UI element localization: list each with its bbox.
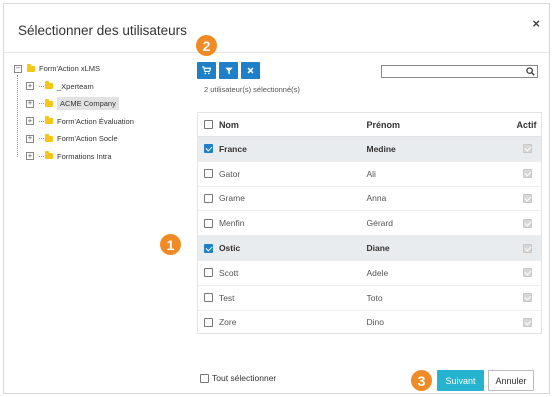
filter-icon: [224, 67, 233, 74]
table-header: Nom Prénom Actif: [198, 113, 541, 137]
table-row[interactable]: Test Toto: [198, 286, 541, 311]
users-table: Nom Prénom Actif France Medine Gator Ali Gra…: [197, 112, 542, 334]
tree-label[interactable]: Form'Action xLMS: [39, 64, 100, 73]
selected-count: 2 utilisateur(s) sélectionné(s): [204, 85, 300, 94]
filter-button[interactable]: [219, 62, 238, 79]
expand-icon[interactable]: +: [26, 117, 34, 126]
cell-nom: Ostic: [218, 243, 241, 254]
cart-icon: [202, 66, 211, 75]
step-badge-3: 3: [411, 370, 432, 391]
select-all-label[interactable]: Tout sélectionner: [212, 373, 276, 383]
actif-checkbox: [523, 268, 533, 278]
tree-item-formations-intra[interactable]: + Formations Intra: [26, 148, 134, 166]
table-body: France Medine Gator Ali Grame Anna Menfin Gérar…: [198, 137, 541, 333]
expand-icon[interactable]: +: [26, 134, 34, 143]
cell-nom: Scott: [218, 267, 239, 278]
header-checkbox[interactable]: [203, 120, 213, 129]
cell-prenom: Adele: [366, 267, 389, 278]
cell-nom: Test: [218, 292, 235, 303]
row-checkbox[interactable]: [203, 268, 213, 278]
tree-children: + _Xperteam + ACME Company + Form'Action…: [14, 74, 134, 166]
table-row[interactable]: Ostic Diane: [198, 236, 541, 261]
folder-icon: [27, 63, 35, 72]
cell-nom: Zore: [218, 317, 237, 328]
table-row[interactable]: Menfin Gérard: [198, 211, 541, 237]
row-checkbox[interactable]: [203, 317, 213, 327]
tree-connector: [39, 120, 44, 122]
table-row[interactable]: Gator Ali: [198, 162, 541, 187]
tree-item-acme-company[interactable]: + ACME Company: [26, 95, 134, 113]
cell-prenom: Dino: [366, 317, 384, 328]
tree-connector: [39, 103, 44, 105]
next-button[interactable]: Suivant: [437, 370, 484, 391]
search-icon[interactable]: [526, 67, 535, 76]
cart-button[interactable]: [197, 62, 216, 79]
folder-icon: [45, 151, 53, 160]
actif-checkbox: [523, 293, 533, 303]
select-all-checkbox[interactable]: [200, 373, 209, 383]
expand-icon[interactable]: +: [26, 152, 34, 161]
row-checkbox[interactable]: [203, 169, 213, 179]
column-actif[interactable]: Actif: [514, 120, 541, 130]
actif-checkbox: [523, 317, 533, 327]
tree-item-formaction-socle[interactable]: + Form'Action Socle: [26, 130, 134, 148]
cell-prenom: Ali: [366, 168, 376, 179]
tree-root[interactable]: − Form'Action xLMS: [14, 60, 134, 78]
organization-tree: − Form'Action xLMS + _Xperteam + ACME Co…: [14, 60, 134, 165]
close-icon: [247, 67, 254, 74]
clear-selection-button[interactable]: [241, 62, 260, 79]
step-badge-1: 1: [160, 234, 181, 255]
header-divider: [4, 52, 549, 53]
collapse-icon[interactable]: −: [14, 64, 22, 73]
cell-prenom: Anna: [366, 193, 387, 204]
tree-item-xperteam[interactable]: + _Xperteam: [26, 78, 134, 96]
folder-icon: [45, 116, 53, 125]
tree-connector: [39, 138, 44, 140]
actif-checkbox: [523, 144, 533, 154]
actif-checkbox: [523, 169, 533, 179]
row-checkbox[interactable]: [203, 218, 213, 228]
search-input[interactable]: [381, 65, 538, 78]
tree-label[interactable]: _Xperteam: [57, 82, 94, 91]
tree-connector: [39, 85, 44, 87]
actif-checkbox: [523, 243, 533, 253]
tree-label[interactable]: Form'Action Évaluation: [57, 117, 134, 126]
cell-prenom: Medine: [366, 143, 396, 154]
table-row[interactable]: Zore Dino: [198, 311, 541, 333]
cell-nom: France: [218, 143, 247, 154]
tree-connector: [39, 155, 44, 157]
column-nom[interactable]: Nom: [219, 120, 367, 130]
select-all[interactable]: Tout sélectionner: [200, 373, 276, 383]
table-row[interactable]: Grame Anna: [198, 187, 541, 212]
dialog-title: Sélectionner des utilisateurs: [18, 23, 187, 38]
cell-nom: Menfin: [218, 218, 245, 229]
folder-icon: [45, 98, 53, 107]
cancel-button[interactable]: Annuler: [488, 370, 534, 391]
actif-checkbox: [523, 218, 533, 228]
step-badge-2: 2: [196, 35, 217, 56]
cell-prenom: Diane: [366, 243, 390, 254]
cell-nom: Grame: [218, 193, 245, 204]
expand-icon[interactable]: +: [26, 82, 34, 91]
close-icon[interactable]: ×: [532, 16, 540, 31]
table-row[interactable]: France Medine: [198, 137, 541, 162]
table-row[interactable]: Scott Adele: [198, 261, 541, 286]
tree-label[interactable]: ACME Company: [57, 97, 119, 111]
row-checkbox[interactable]: [203, 243, 213, 253]
folder-icon: [45, 133, 53, 142]
expand-icon[interactable]: +: [26, 99, 34, 108]
folder-icon: [45, 81, 53, 90]
cell-nom: Gator: [218, 168, 241, 179]
column-prenom[interactable]: Prénom: [367, 120, 515, 130]
row-checkbox[interactable]: [203, 144, 213, 154]
tree-label[interactable]: Form'Action Socle: [57, 134, 118, 143]
actif-checkbox: [523, 193, 533, 203]
tree-item-formaction-evaluation[interactable]: + Form'Action Évaluation: [26, 113, 134, 131]
cell-prenom: Toto: [366, 292, 383, 303]
row-checkbox[interactable]: [203, 293, 213, 303]
row-checkbox[interactable]: [203, 193, 213, 203]
cell-prenom: Gérard: [366, 218, 393, 229]
tree-label[interactable]: Formations Intra: [57, 152, 112, 161]
